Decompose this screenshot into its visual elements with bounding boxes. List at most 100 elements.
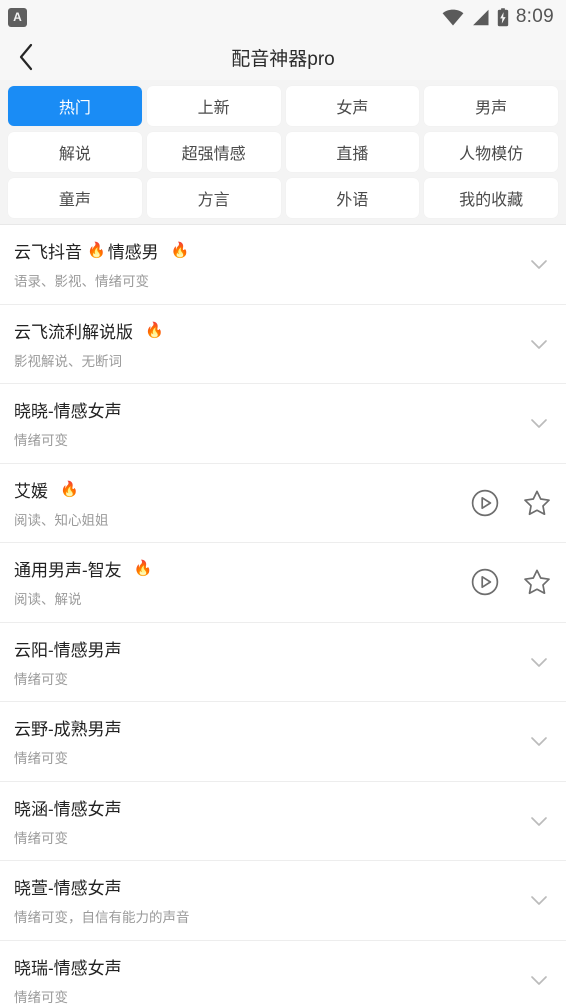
tab-label: 童声 [58,192,91,209]
voice-item-actions [526,967,552,993]
voice-item-title: 云飞流利解说版 🔥 [14,318,166,343]
status-bar: A 8:09 [0,0,566,34]
voice-item-title: 云阳-情感男声 [14,636,122,661]
tab-zhibo[interactable]: 直播 [285,132,420,172]
tab-shangxin[interactable]: 上新 [146,86,281,126]
tab-label: 我的收藏 [459,192,524,209]
voice-item-title: 晓瑞-情感女声 [14,954,122,979]
voice-item-subtitle: 情绪可变 [14,751,68,767]
app-badge-letter: A [13,10,22,24]
voice-item-subtitle: 情绪可变，自信有能力的声音 [14,910,190,926]
voice-list-item[interactable]: 云飞抖音 🔥 情感男 🔥 语录、影视、情绪可变 [0,224,566,304]
signal-icon [472,9,489,25]
voice-item-title: 云野-成熟男声 [14,715,122,740]
tab-nvsheng[interactable]: 女声 [285,86,420,126]
voice-item-actions [470,567,552,597]
voice-item-actions [526,410,552,436]
voice-title-text: 晓萱-情感女声 [14,879,122,899]
voice-list-item[interactable]: 艾媛 🔥 阅读、知心姐姐 [0,462,566,543]
voice-item-text: 艾媛 🔥 阅读、知心姐姐 [14,477,109,529]
tab-fangyan[interactable]: 方言 [146,178,281,218]
chevron-down-icon[interactable] [526,728,552,754]
voice-item-text: 云飞流利解说版 🔥 影视解说、无断词 [14,318,166,370]
chevron-down-icon[interactable] [526,251,552,277]
voice-item-actions [526,808,552,834]
fire-emoji-icon: 🔥 [60,480,79,498]
voice-item-text: 云飞抖音 🔥 情感男 🔥 语录、影视、情绪可变 [14,238,191,290]
voice-item-text: 云野-成熟男声 情绪可变 [14,715,122,767]
app-header: 配音神器pro [0,34,566,80]
voice-title-text: 晓涵-情感女声 [14,799,122,819]
status-bar-right: 8:09 [442,6,554,28]
voice-list-item[interactable]: 云野-成熟男声 情绪可变 [0,701,566,781]
voice-list-item[interactable]: 通用男声-智友 🔥 阅读、解说 [0,542,566,622]
tab-jieshuo[interactable]: 解说 [8,132,142,172]
status-bar-time: 8:09 [515,6,554,27]
chevron-down-icon[interactable] [526,410,552,436]
fire-emoji-icon: 🔥 [133,560,153,578]
voice-title-text: 晓晓-情感女声 [14,402,122,422]
tab-label: 热门 [58,100,91,117]
play-circle-icon[interactable] [470,567,500,597]
voice-item-actions [470,488,552,518]
voice-item-title: 晓晓-情感女声 [14,397,122,422]
category-tab-grid: 热门 上新 女声 男声 解说 超强情感 直播 人物模仿 童声 方言 外语 我的收… [0,80,566,224]
voice-item-subtitle: 情绪可变 [14,989,68,1005]
voice-item-title: 晓涵-情感女声 [14,795,122,820]
tab-label: 直播 [336,146,369,163]
tab-renwumofang[interactable]: 人物模仿 [424,132,558,172]
voice-list-item[interactable]: 云阳-情感男声 情绪可变 [0,621,566,702]
voice-item-actions [526,649,552,675]
voice-title-tail: 情感男 [107,243,159,263]
voice-item-subtitle: 阅读、知心姐姐 [14,512,109,528]
tab-label: 男声 [475,100,508,117]
chevron-down-icon[interactable] [526,649,552,675]
page-title: 配音神器pro [231,48,335,70]
tab-nansheng[interactable]: 男声 [424,86,558,126]
tab-label: 方言 [197,192,230,209]
voice-title-text: 艾媛 [14,481,48,501]
tab-tongsheng[interactable]: 童声 [8,178,142,218]
voice-item-subtitle: 语录、影视、情绪可变 [14,274,149,290]
voice-item-text: 云阳-情感男声 情绪可变 [14,636,122,688]
voice-list-item[interactable]: 晓晓-情感女声 情绪可变 [0,383,566,463]
voice-item-title: 通用男声-智友 🔥 [14,556,154,581]
tab-remen[interactable]: 热门 [8,86,142,126]
voice-item-subtitle: 影视解说、无断词 [14,353,122,369]
back-button[interactable] [0,34,52,80]
voice-title-text: 云野-成熟男声 [14,720,122,740]
tab-label: 人物模仿 [459,146,524,163]
voice-list-item[interactable]: 晓萱-情感女声 情绪可变，自信有能力的声音 [0,860,566,940]
chevron-down-icon[interactable] [526,808,552,834]
voice-item-subtitle: 情绪可变 [14,671,68,687]
voice-item-actions [526,887,552,913]
voice-list: 云飞抖音 🔥 情感男 🔥 语录、影视、情绪可变 云飞流利解说版 🔥 影视解说、无… [0,224,566,1006]
wifi-icon [442,9,464,25]
chevron-down-icon[interactable] [526,331,552,357]
app-notification-icon: A [8,7,27,27]
voice-list-item[interactable]: 晓涵-情感女声 情绪可变 [0,780,566,861]
voice-item-text: 晓瑞-情感女声 情绪可变 [14,954,122,1006]
tab-label: 超强情感 [181,146,246,163]
star-outline-icon[interactable] [522,567,552,597]
voice-item-subtitle: 情绪可变 [14,433,68,449]
play-circle-icon[interactable] [470,488,500,518]
voice-item-title: 云飞抖音 🔥 情感男 🔥 [14,238,191,263]
chevron-down-icon[interactable] [526,887,552,913]
tab-chaoqiangqinggan[interactable]: 超强情感 [146,132,281,172]
tab-wodeshoucang[interactable]: 我的收藏 [424,178,558,218]
voice-item-text: 通用男声-智友 🔥 阅读、解说 [14,556,154,608]
voice-item-actions [526,728,552,754]
tab-label: 外语 [336,192,369,209]
tab-waiyu[interactable]: 外语 [285,178,420,218]
voice-title-text: 通用男声-智友 [14,561,122,581]
voice-item-subtitle: 阅读、解说 [14,592,82,608]
voice-item-title: 晓萱-情感女声 [14,874,190,899]
star-outline-icon[interactable] [522,488,552,518]
chevron-down-icon[interactable] [526,967,552,993]
chevron-left-icon [19,43,32,71]
voice-title-text: 晓瑞-情感女声 [14,958,122,978]
voice-title-text: 云飞抖音 [14,243,82,263]
voice-list-item[interactable]: 云飞流利解说版 🔥 影视解说、无断词 [0,303,566,384]
voice-list-item[interactable]: 晓瑞-情感女声 情绪可变 [0,939,566,1006]
